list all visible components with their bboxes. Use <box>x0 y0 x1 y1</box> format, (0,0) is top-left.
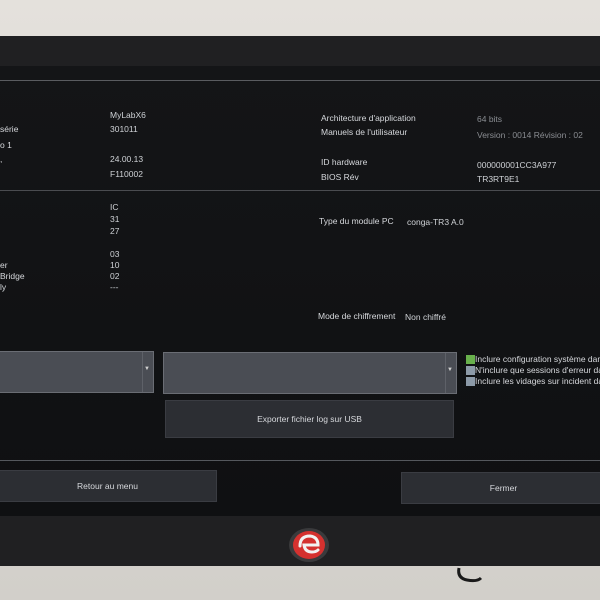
hw-value-3: 27 <box>110 226 120 236</box>
cable <box>455 566 485 586</box>
log-type-dropdown-2[interactable]: ▼ <box>163 352 457 394</box>
dropdown-divider <box>142 352 153 392</box>
hw-value-1: IC <box>110 202 119 212</box>
log-type-dropdown-1[interactable]: ▼ <box>0 351 154 393</box>
top-divider <box>0 80 600 81</box>
field-label-3: o 1 <box>0 140 12 150</box>
hw-value-7: --- <box>110 282 119 292</box>
bios-label: BIOS Rév <box>321 172 359 182</box>
dropdown-arrow-icon: ▼ <box>144 366 150 372</box>
product-name-value: MyLabX6 <box>110 110 146 120</box>
hw-label-6: Bridge <box>0 271 25 281</box>
hardware-id-label: ID hardware <box>321 157 368 167</box>
encryption-label: Mode de chiffrement <box>318 311 396 321</box>
dropdown-divider <box>445 353 456 393</box>
checkbox-label: Inclure configuration système dans <box>475 354 600 364</box>
hw-value-2: 31 <box>110 214 120 224</box>
dropdown-arrow-icon: ▼ <box>447 367 453 373</box>
firmware-value: F110002 <box>110 169 143 179</box>
encryption-value: Non chiffré <box>405 312 446 322</box>
checkbox-unchecked-icon <box>466 366 475 375</box>
checkbox-checked-icon <box>466 355 475 364</box>
close-button[interactable]: Fermer <box>401 472 600 504</box>
serial-label: série <box>0 124 19 134</box>
hw-label-5: er <box>0 260 8 270</box>
section-divider-2 <box>0 460 600 461</box>
pc-module-label: Type du module PC <box>319 216 394 226</box>
hw-label-7: ly <box>0 282 7 292</box>
checkbox-unchecked-icon <box>466 377 475 386</box>
checkbox-label: N'inclure que sessions d'erreur dan <box>475 365 600 375</box>
hardware-id-value: 000000001CC3A977 <box>477 160 557 170</box>
hw-value-6: 02 <box>110 271 120 281</box>
hw-value-5: 10 <box>110 260 120 270</box>
checkbox-label: Inclure les vidages sur incident dan <box>475 376 600 386</box>
screen: MyLabX6 série 301011 o 1 24.00.13 , F110… <box>0 66 600 516</box>
user-manuals-value: Version : 0014 Révision : 02 <box>477 130 583 140</box>
user-manuals-label: Manuels de l'utilisateur <box>321 127 408 137</box>
software-version-value: 24.00.13 <box>110 154 144 164</box>
pc-module-value: conga-TR3 A.0 <box>407 217 464 227</box>
hw-value-4: 03 <box>110 249 120 259</box>
esaote-logo-icon <box>288 527 330 563</box>
section-divider-1 <box>0 190 600 191</box>
back-to-menu-button[interactable]: Retour au menu <box>0 470 217 502</box>
architecture-label: Architecture d'application <box>321 113 416 123</box>
field-label-4: , <box>0 154 3 164</box>
architecture-value: 64 bits <box>477 114 503 124</box>
bios-value: TR3RT9E1 <box>477 174 520 184</box>
export-log-usb-button[interactable]: Exporter fichier log sur USB <box>165 400 454 438</box>
serial-value: 301011 <box>110 124 138 134</box>
